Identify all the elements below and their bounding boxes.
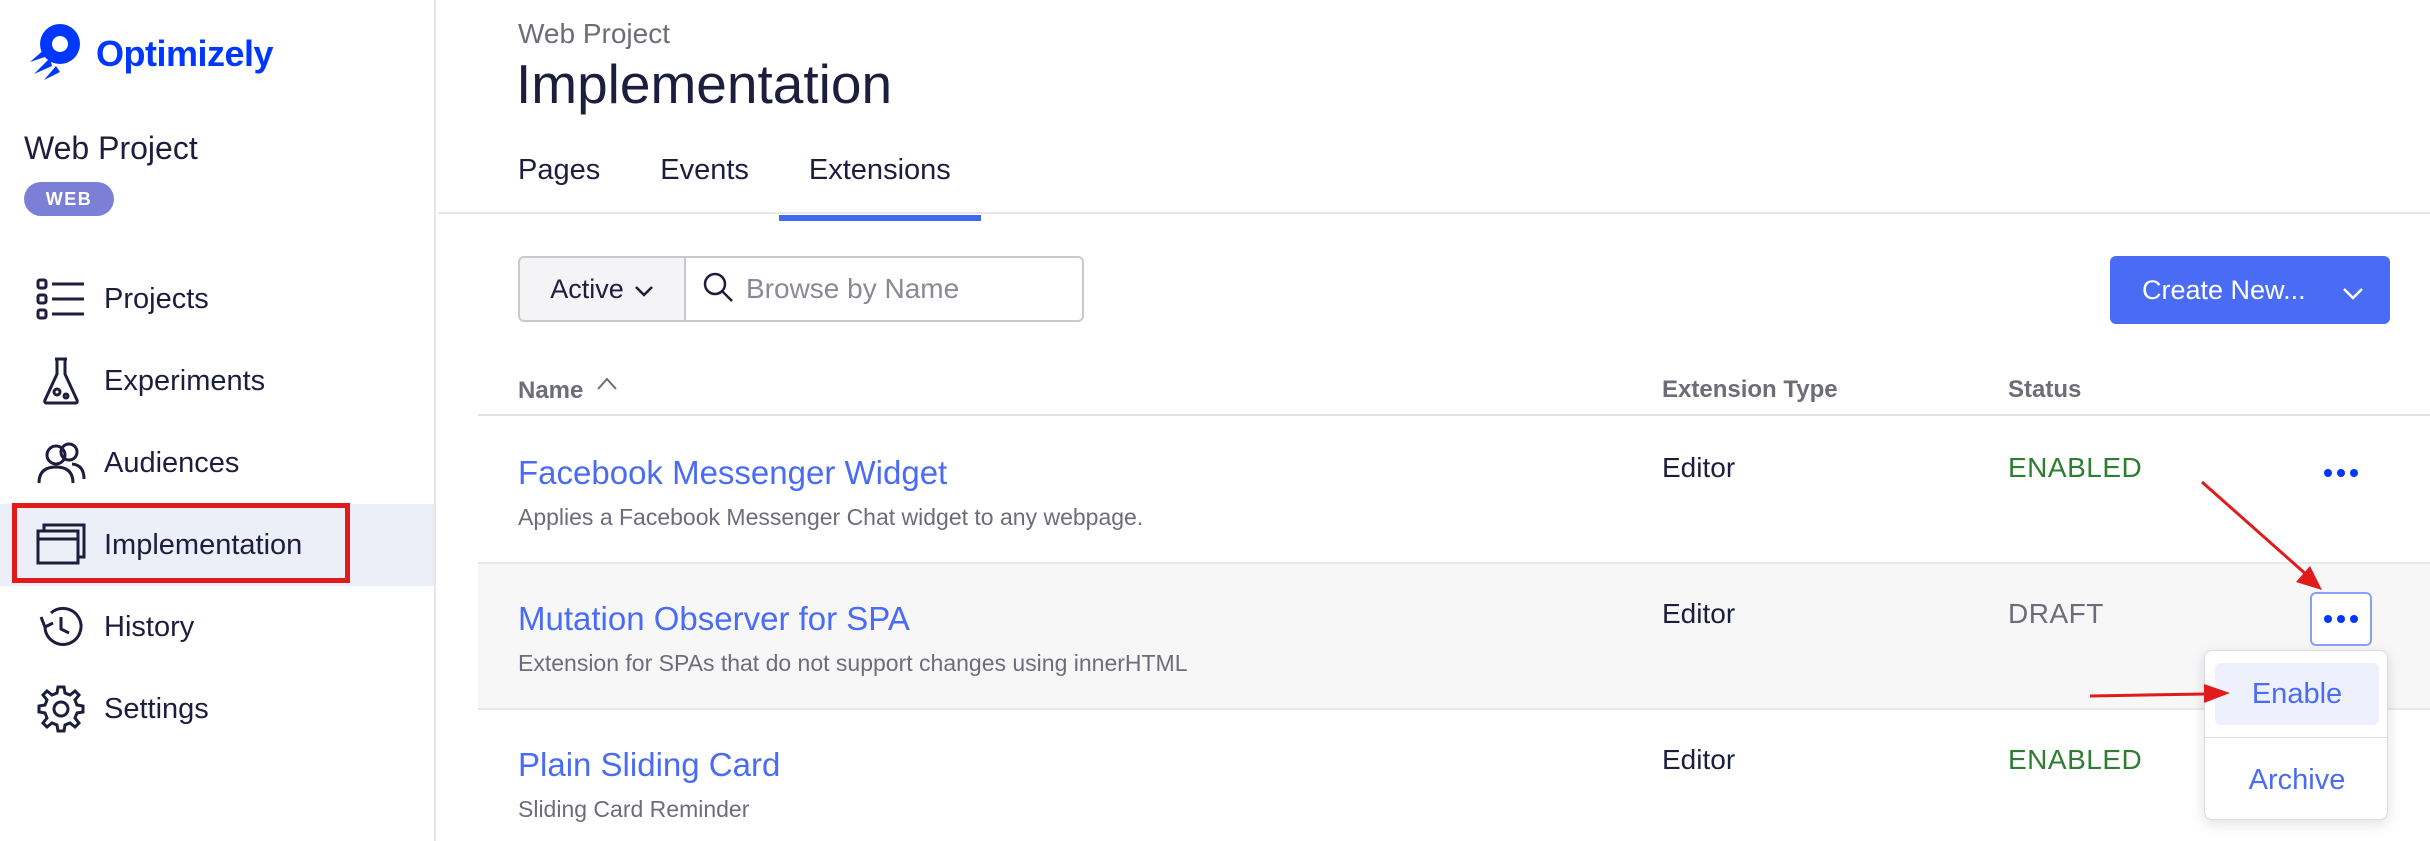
status-label: DRAFT (2008, 598, 2104, 629)
people-icon (36, 438, 86, 488)
column-header-status[interactable]: Status (2008, 376, 2081, 404)
row-actions-dropdown: Enable Archive (2204, 650, 2388, 820)
sidebar-item-label: Experiments (104, 364, 266, 397)
row-actions-button[interactable] (2310, 446, 2372, 500)
sidebar-item-label: Audiences (104, 446, 240, 479)
sidebar: Optimizely Web Project WEB Projects Expe… (0, 0, 436, 841)
more-dots-icon (2324, 615, 2358, 623)
optimizely-logo-icon (24, 20, 86, 87)
extension-name-link[interactable]: Plain Sliding Card (518, 746, 780, 784)
project-type-badge: WEB (24, 182, 114, 216)
tab-bar: Pages Events Extensions (518, 150, 1011, 221)
more-dots-icon (2324, 469, 2358, 477)
extension-name-link[interactable]: Facebook Messenger Widget (518, 454, 947, 492)
extension-description: Applies a Facebook Messenger Chat widget… (518, 504, 1144, 530)
sidebar-item-settings[interactable]: Settings (0, 668, 434, 750)
history-icon (36, 602, 86, 652)
status-filter-select[interactable]: Active (518, 256, 686, 322)
status-filter-value: Active (550, 273, 624, 304)
annotation-highlight-box (12, 503, 350, 583)
sidebar-item-label: Projects (104, 282, 209, 315)
sidebar-item-projects[interactable]: Projects (0, 258, 434, 340)
tab-extensions[interactable]: Extensions (778, 150, 981, 221)
search-input[interactable] (746, 273, 1066, 305)
extension-description: Sliding Card Reminder (518, 796, 750, 822)
extension-description: Extension for SPAs that do not support c… (518, 650, 1188, 676)
list-icon (36, 274, 86, 324)
sidebar-item-audiences[interactable]: Audiences (0, 422, 434, 504)
tab-events[interactable]: Events (660, 150, 749, 221)
gear-icon (36, 684, 86, 734)
archive-menu-item[interactable]: Archive (2215, 749, 2379, 811)
enable-menu-item[interactable]: Enable (2215, 663, 2379, 725)
logo-text: Optimizely (96, 32, 274, 74)
status-label: ENABLED (2008, 452, 2143, 483)
tabs-divider (438, 212, 2430, 214)
chevron-down-icon (2342, 278, 2364, 309)
table-header: Name Extension Type Status (478, 364, 2430, 416)
table-row[interactable]: Facebook Messenger Widget Applies a Face… (478, 418, 2430, 564)
project-name: Web Project (24, 130, 198, 166)
table-row[interactable]: Plain Sliding Card Sliding Card Reminder… (478, 710, 2430, 841)
status-label: ENABLED (2008, 744, 2143, 775)
table-row[interactable]: Mutation Observer for SPA Extension for … (478, 564, 2430, 710)
breadcrumb[interactable]: Web Project (518, 18, 670, 50)
extension-name-link[interactable]: Mutation Observer for SPA (518, 600, 910, 638)
create-new-button[interactable]: Create New... (2110, 256, 2390, 324)
optimizely-logo[interactable]: Optimizely (24, 20, 274, 87)
sort-ascending-icon (590, 377, 618, 404)
extension-type: Editor (1662, 744, 1736, 775)
sidebar-item-label: Settings (104, 692, 209, 725)
filter-group: Active (518, 256, 1084, 322)
main-content: Web Project Implementation Pages Events … (438, 0, 2430, 841)
tab-pages[interactable]: Pages (518, 150, 600, 221)
row-actions-button[interactable] (2310, 592, 2372, 646)
column-header-label: Name (518, 377, 584, 404)
create-new-label: Create New... (2142, 274, 2306, 305)
extension-type: Editor (1662, 452, 1736, 483)
menu-divider (2205, 737, 2387, 738)
page-title: Implementation (516, 53, 893, 115)
search-icon (702, 271, 734, 308)
chevron-down-icon (634, 274, 654, 305)
extension-type: Editor (1662, 598, 1736, 629)
flask-icon (36, 356, 86, 406)
column-header-extension-type[interactable]: Extension Type (1662, 376, 1838, 404)
column-header-name[interactable]: Name (518, 376, 618, 405)
sidebar-item-experiments[interactable]: Experiments (0, 340, 434, 422)
search-box[interactable] (686, 256, 1084, 322)
sidebar-item-label: History (104, 610, 195, 643)
sidebar-item-history[interactable]: History (0, 586, 434, 668)
